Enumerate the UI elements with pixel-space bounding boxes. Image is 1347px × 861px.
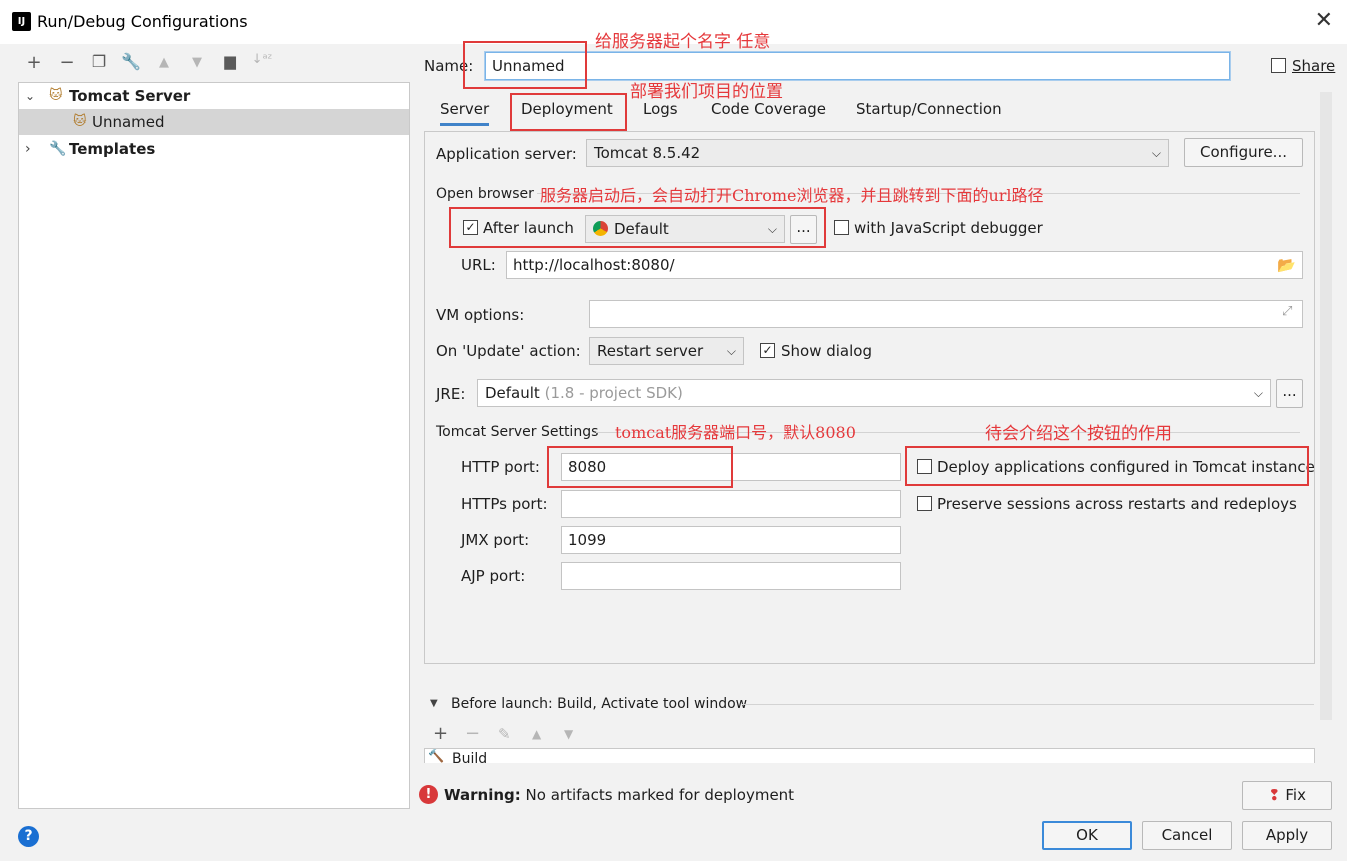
chevron-down-icon: ⌵ [1151,146,1161,160]
warning-message: Warning: No artifacts marked for deploym… [444,786,794,804]
annotation-deploy-note: 部署我们项目的位置 [630,82,783,102]
pencil-icon[interactable]: ✎ [498,725,511,743]
apply-button[interactable]: Apply [1242,821,1332,850]
window-title: Run/Debug Configurations [37,12,248,31]
minus-icon[interactable]: − [54,52,80,73]
jre-value: Default [485,384,540,402]
show-dialog-checkbox[interactable]: ✓ [760,343,775,358]
tree-item-templates[interactable]: › 🔧 Templates [19,136,409,162]
arrow-up-icon[interactable]: ▲ [151,55,177,70]
https-port-input[interactable] [561,490,901,518]
help-icon[interactable]: ? [18,826,39,847]
config-tree: ⌄ 🐱 Tomcat Server 🐱 Unnamed › 🔧 Template… [18,82,410,809]
scrollbar[interactable] [1320,92,1332,720]
sort-az-icon[interactable]: ↓ᵃᶻ [249,52,275,67]
url-value: http://localhost:8080/ [513,256,675,274]
share-label: Share [1292,57,1336,75]
annotation-box-http-port [547,446,733,488]
before-launch-item[interactable]: Build [452,751,487,763]
url-label: URL: [461,256,496,274]
on-update-label: On 'Update' action: [436,342,581,360]
name-input[interactable]: Unnamed [485,52,1230,80]
annotation-port-note: tomcat服务器端口号，默认8080 [615,423,856,442]
app-server-label: Application server: [436,145,577,163]
close-icon[interactable]: ✕ [1315,8,1333,33]
jre-hint: (1.8 - project SDK) [544,384,683,402]
arrow-down-icon[interactable]: ▼ [564,727,573,741]
tree-item-tomcat-server[interactable]: ⌄ 🐱 Tomcat Server [19,83,409,109]
chevron-down-icon[interactable]: ⌄ [25,83,35,109]
copy-icon[interactable]: ❐ [86,52,112,71]
plus-icon[interactable]: + [21,52,47,73]
open-browser-label: Open browser [436,186,534,202]
hammer-icon: 🔨 [428,749,445,763]
jre-select[interactable]: Default (1.8 - project SDK) ⌵ [477,379,1271,407]
arrow-down-icon[interactable]: ▼ [184,55,210,70]
folder-icon[interactable]: 📂 [1277,256,1296,274]
share-checkbox[interactable] [1271,58,1286,73]
warning-bold: Warning: [444,786,521,804]
before-launch-header[interactable]: Before launch: Build, Activate tool wind… [451,696,747,712]
http-port-label: HTTP port: [461,458,540,476]
divider [742,704,1314,705]
intellij-app-icon: IJ [10,10,33,33]
ok-button[interactable]: OK [1042,821,1132,850]
vm-options-input[interactable] [589,300,1303,328]
expand-icon[interactable]: ⤢ [1282,304,1292,319]
preserve-sessions-label: Preserve sessions across restarts and re… [937,495,1297,513]
tab-startup-connection[interactable]: Startup/Connection [856,96,1002,126]
annotation-box-name [463,41,587,89]
tree-item-unnamed[interactable]: 🐱 Unnamed [19,109,409,135]
on-update-value: Restart server [597,342,704,360]
chevron-right-icon[interactable]: › [25,136,31,162]
https-port-label: HTTPs port: [461,495,548,513]
jre-label: JRE: [436,385,466,403]
tomcat-icon: 🐱 [73,114,87,129]
minus-icon[interactable]: − [465,723,480,744]
jmx-port-label: JMX port: [461,531,530,549]
before-launch-list: 🔨 Build [424,748,1315,763]
chevron-down-icon: ⌵ [726,344,736,358]
warning-icon: ! [419,785,438,804]
chevron-down-icon: ⌵ [1253,386,1263,400]
wrench-icon: 🔧 [49,141,67,157]
tree-item-label: Templates [69,140,156,158]
on-update-select[interactable]: Restart server ⌵ [589,337,744,365]
preserve-sessions-checkbox[interactable] [917,496,932,511]
jmx-port-input[interactable]: 1099 [561,526,901,554]
plus-icon[interactable]: + [433,723,448,744]
annotation-box-browser [449,207,826,248]
ajp-port-input[interactable] [561,562,901,590]
annotation-box-deploy-apps [905,446,1309,486]
js-debugger-checkbox[interactable] [834,220,849,235]
app-server-select[interactable]: Tomcat 8.5.42 ⌵ [586,139,1169,167]
fix-button[interactable]: ❢ Fix [1242,781,1332,810]
tomcat-icon: 🐱 [49,88,63,103]
lightbulb-icon: ❢ [1268,786,1281,804]
annotation-box-deployment [510,93,627,131]
config-toolbar: + − ❐ 🔧 ▲ ▼ ▆ ↓ᵃᶻ [18,52,410,80]
app-server-value: Tomcat 8.5.42 [594,144,701,162]
chevron-down-icon[interactable]: ▼ [430,698,438,709]
vm-options-label: VM options: [436,306,525,324]
tree-item-label: Tomcat Server [69,87,191,105]
ajp-port-label: AJP port: [461,567,526,585]
cancel-button[interactable]: Cancel [1142,821,1232,850]
warning-text: No artifacts marked for deployment [525,786,795,804]
annotation-deploy-btn-note: 待会介绍这个按钮的作用 [985,424,1172,444]
annotation-browser-note: 服务器启动后，会自动打开Chrome浏览器，并且跳转到下面的url路径 [540,186,1044,205]
tomcat-settings-label: Tomcat Server Settings [436,424,599,440]
folder-add-icon[interactable]: ▆ [217,52,243,70]
arrow-up-icon[interactable]: ▲ [532,727,541,741]
fix-label: Fix [1285,786,1306,804]
annotation-name-note: 给服务器起个名字 任意 [595,32,771,52]
show-dialog-label: Show dialog [781,342,872,360]
configure-button[interactable]: Configure... [1184,138,1303,167]
tab-server[interactable]: Server [440,96,490,126]
tree-item-label: Unnamed [92,113,165,131]
jre-more-button[interactable]: ... [1276,379,1303,408]
url-input[interactable]: http://localhost:8080/ [506,251,1303,279]
js-debugger-label: with JavaScript debugger [854,219,1043,237]
wrench-icon[interactable]: 🔧 [118,52,144,71]
